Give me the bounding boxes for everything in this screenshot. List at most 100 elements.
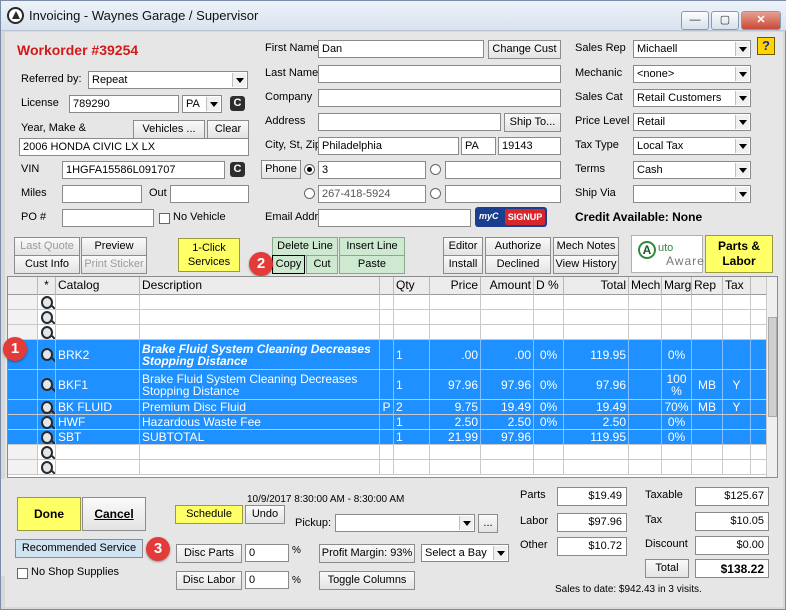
cell-tax[interactable] [723,325,751,339]
magnifier-icon[interactable] [41,400,53,414]
cell-catalog[interactable] [56,295,140,309]
st-input[interactable]: PA [461,137,496,155]
cell-mech[interactable] [629,325,662,339]
col-star[interactable]: * [38,277,56,295]
col-total[interactable]: Total [564,277,629,295]
cell-rep[interactable] [692,340,723,369]
cell-mech[interactable] [629,370,662,399]
magnifier-icon[interactable] [41,325,53,339]
cell-total[interactable]: 2.50 [564,415,629,429]
cell-price[interactable] [430,310,481,324]
lookup-cell[interactable] [38,295,56,309]
table-row[interactable] [8,460,768,475]
insert-line-button[interactable]: Insert Line [339,237,405,256]
lookup-cell[interactable] [38,325,56,339]
cell-desc[interactable] [140,310,380,324]
phone3-radio[interactable] [304,188,315,199]
magnifier-icon[interactable] [41,295,53,309]
cell-total[interactable] [564,325,629,339]
cell-rep[interactable] [692,325,723,339]
last-quote-button[interactable]: Last Quote [14,237,80,256]
cell-d[interactable]: 0% [534,370,564,399]
auto-aware-logo[interactable]: A uto Aware [631,235,704,273]
cell-mech[interactable] [629,295,662,309]
cell-desc[interactable]: Premium Disc Fluid [140,400,380,414]
cell-amount[interactable] [481,295,534,309]
cell-d[interactable]: 0% [534,415,564,429]
cell-desc[interactable] [140,460,380,474]
cell-desc[interactable]: Hazardous Waste Fee [140,415,380,429]
cell-flag[interactable] [380,415,394,429]
email-input[interactable] [318,209,471,227]
cell-price[interactable]: 2.50 [430,415,481,429]
cell-mech[interactable] [629,340,662,369]
disc-labor-button[interactable]: Disc Labor [176,571,242,590]
table-row[interactable] [8,295,768,310]
recommended-service-button[interactable]: Recommended Service [15,539,143,558]
cell-marg[interactable]: 0% [662,415,692,429]
table-row[interactable]: SBT SUBTOTAL 1 21.99 97.96 119.95 0% [8,430,768,445]
cell-amount[interactable]: 2.50 [481,415,534,429]
cell-tax[interactable] [723,310,751,324]
cell-qty[interactable]: 1 [394,340,430,369]
table-row[interactable] [8,310,768,325]
pickup-select[interactable] [335,514,475,532]
grid-scrollbar[interactable] [766,277,777,477]
cell-marg[interactable] [662,445,692,459]
magnifier-icon[interactable] [41,415,53,429]
sales-cat-select[interactable]: Retail Customers [633,89,751,107]
lookup-cell[interactable] [38,460,56,474]
no-shop-supplies-checkbox[interactable] [17,568,28,579]
tax-type-select[interactable]: Local Tax [633,137,751,155]
cell-desc[interactable]: Brake Fluid System Cleaning Decreases St… [140,340,380,369]
editor-button[interactable]: Editor [443,237,483,256]
cell-flag[interactable] [380,460,394,474]
col-description[interactable]: Description [140,277,380,295]
cell-flag[interactable] [380,445,394,459]
cell-qty[interactable]: 1 [394,430,430,444]
cell-mech[interactable] [629,415,662,429]
profit-margin-button[interactable]: Profit Margin: 93% [319,544,415,563]
phone4-input[interactable] [445,185,561,203]
zip-input[interactable]: 19143 [498,137,561,155]
cell-qty[interactable] [394,325,430,339]
lookup-cell[interactable] [38,310,56,324]
table-row[interactable]: BRK2 Brake Fluid System Cleaning Decrease… [8,340,768,370]
cell-total[interactable] [564,460,629,474]
cell-total[interactable] [564,445,629,459]
cell-rep[interactable] [692,310,723,324]
magnifier-icon[interactable] [41,430,53,444]
lookup-cell[interactable] [38,370,56,399]
install-button[interactable]: Install [443,255,483,274]
price-level-select[interactable]: Retail [633,113,751,131]
preview-button[interactable]: Preview [81,237,147,256]
sales-rep-select[interactable]: Michaell [633,40,751,58]
table-row[interactable]: BK FLUID Premium Disc Fluid P 2 9.75 19.49 0% 1… [8,400,768,415]
disc-labor-input[interactable]: 0 [245,571,289,589]
cust-info-button[interactable]: Cust Info [14,255,80,274]
cell-flag[interactable] [380,340,394,369]
cell-rep[interactable] [692,445,723,459]
magnifier-icon[interactable] [41,378,53,391]
cell-catalog[interactable]: BRK2 [56,340,140,369]
cell-catalog[interactable] [56,460,140,474]
cell-mech[interactable] [629,445,662,459]
cell-price[interactable] [430,445,481,459]
mycarfax-signup-button[interactable]: myC SIGNUP [475,207,547,227]
col-rep[interactable]: Rep [692,277,723,295]
cell-flag[interactable]: P [380,400,394,414]
cell-d[interactable] [534,445,564,459]
cell-catalog[interactable]: BKF1 [56,370,140,399]
one-click-services-button[interactable]: 1-Click Services [178,238,240,272]
cell-marg[interactable] [662,295,692,309]
view-history-button[interactable]: View History [553,255,619,274]
terms-select[interactable]: Cash [633,161,751,179]
cell-total[interactable] [564,295,629,309]
cell-mech[interactable] [629,310,662,324]
cell-amount[interactable]: 97.96 [481,430,534,444]
phone1-radio[interactable] [304,164,315,175]
lookup-cell[interactable] [38,445,56,459]
cell-amount[interactable] [481,445,534,459]
vin-input[interactable]: 1HGFA15586L091707 [62,161,225,179]
maximize-button[interactable]: ▢ [711,11,739,30]
